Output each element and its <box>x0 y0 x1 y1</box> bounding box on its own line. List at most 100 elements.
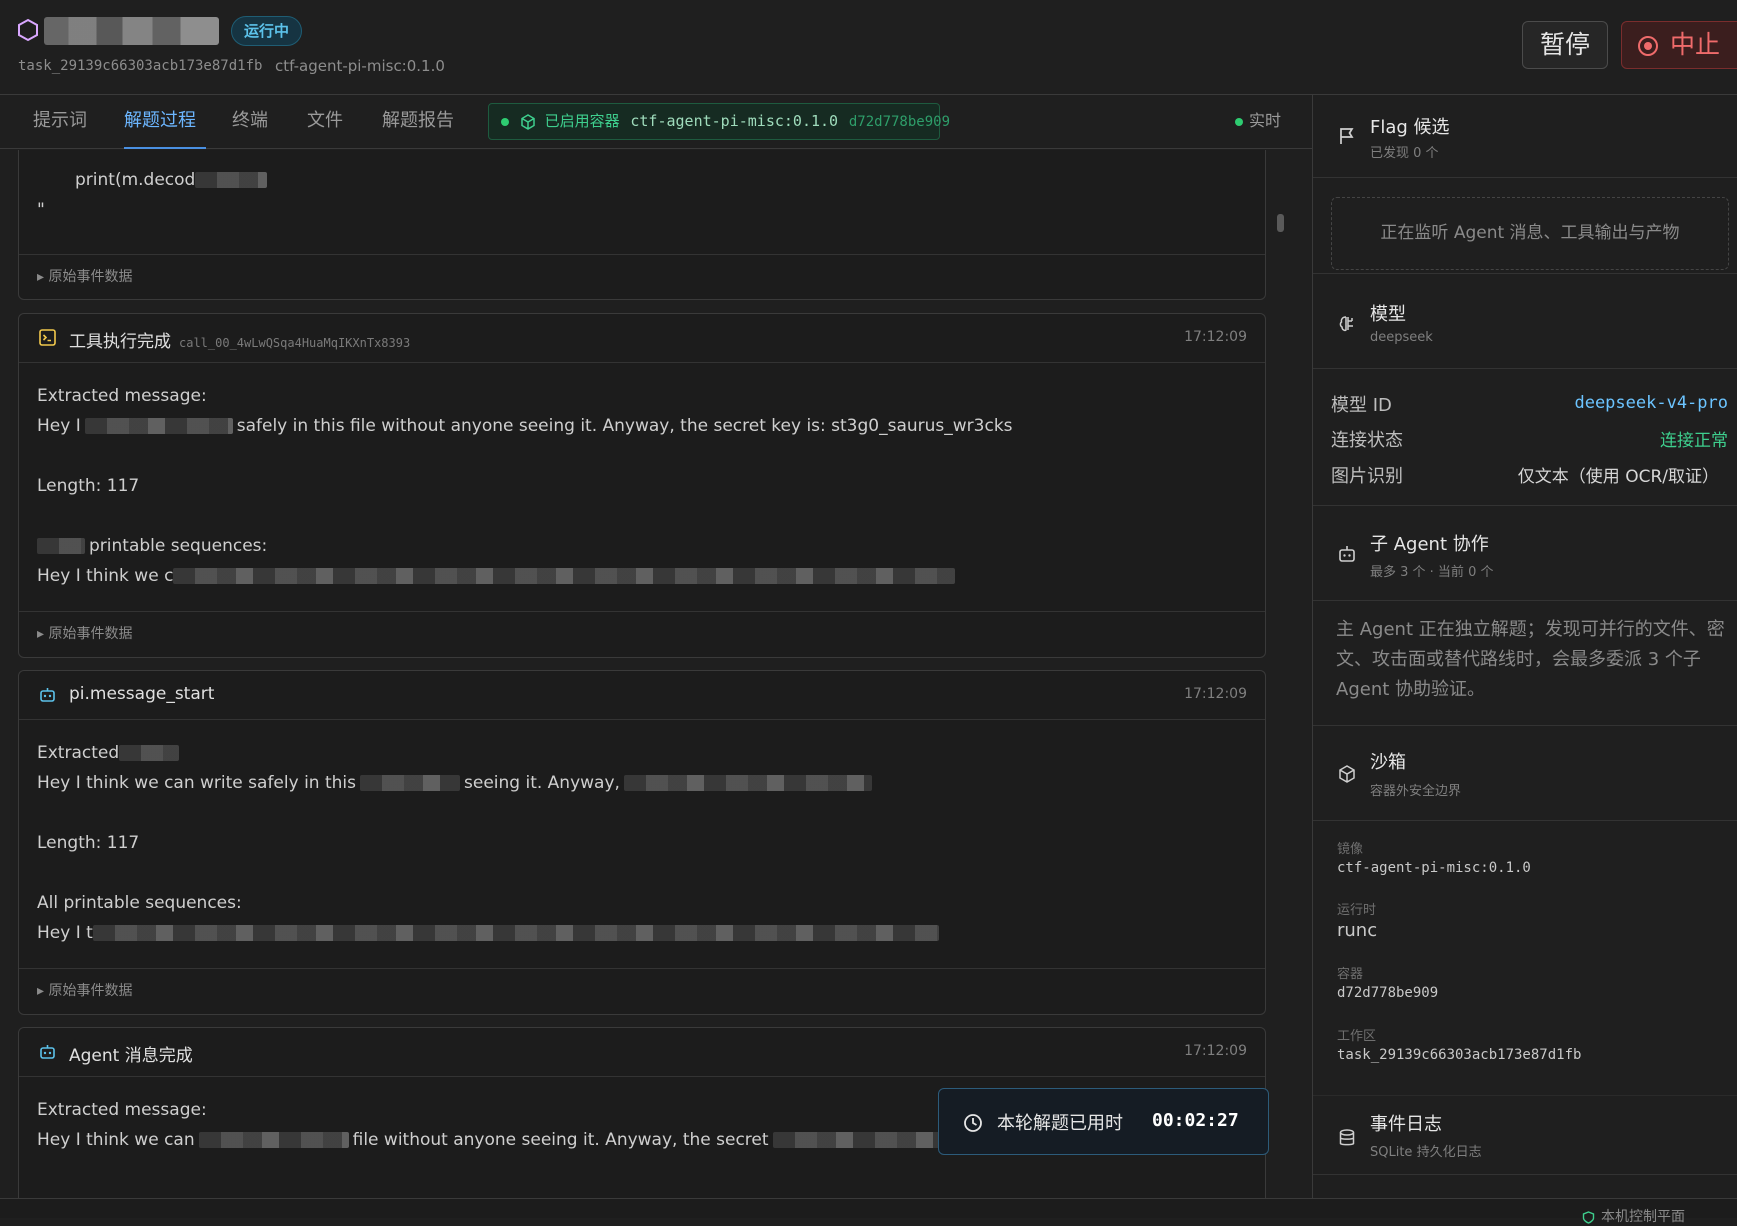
output-line: Length: 117 <box>37 476 140 496</box>
status-badge: 运行中 <box>231 16 303 46</box>
flag-title: Flag 候选 <box>1370 117 1450 138</box>
tab-terminal[interactable]: 终端 <box>232 95 268 149</box>
card-title: Agent 消息完成 <box>69 1046 193 1066</box>
connection-label: 连接状态 <box>1331 430 1403 451</box>
events-title: 事件日志 <box>1370 1114 1442 1135</box>
live-dot <box>1235 117 1243 126</box>
shield-icon <box>1582 1210 1595 1224</box>
output-line: Extracted <box>37 738 1247 768</box>
redacted-text <box>173 568 956 584</box>
event-card: print(m.decod " ▸ 原始事件数据 <box>18 150 1266 300</box>
sandbox-image-value: ctf-agent-pi-misc:0.1.0 <box>1337 860 1531 876</box>
brain-icon <box>1339 316 1353 332</box>
subagent-description: 主 Agent 正在独立解题；发现可并行的文件、密文、攻击面或替代路线时，会最多… <box>1336 619 1725 700</box>
hexagon-icon <box>18 18 38 42</box>
flag-empty-state: 正在监听 Agent 消息、工具输出与产物 <box>1331 197 1729 270</box>
flag-icon <box>1340 128 1354 144</box>
sandbox-runtime-label: 运行时 <box>1337 903 1377 918</box>
tab-prompt[interactable]: 提示词 <box>33 95 87 149</box>
redacted-text <box>195 172 268 188</box>
robot-icon <box>40 688 55 702</box>
sandbox-section-header: 沙箱 容器外安全边界 <box>1313 725 1737 821</box>
call-id: call_00_4wLwQSqa4HuaMqIKXnTx8393 <box>179 336 411 350</box>
container-chip-label: 已启用容器 <box>544 112 620 130</box>
timer-value: 00:02:27 <box>1152 1110 1239 1131</box>
events-subtitle: SQLite 持久化日志 <box>1370 1145 1482 1160</box>
subagent-section-header: 子 Agent 协作 最多 3 个 · 当前 0 个 <box>1313 505 1737 601</box>
model-id-label: 模型 ID <box>1331 395 1392 416</box>
live-label: 实时 <box>1249 111 1282 130</box>
model-provider: deepseek <box>1370 330 1433 345</box>
raw-event-toggle[interactable]: ▸ 原始事件数据 <box>19 968 1265 1014</box>
status-dot <box>501 117 509 126</box>
card-title: 工具执行完成 <box>69 332 171 352</box>
sandbox-workspace-value: task_29139c66303acb173e87d1fb <box>1337 1047 1582 1063</box>
event-card: pi.message_start 17:12:09 Extracted Hey … <box>18 670 1266 1015</box>
code-line: " <box>37 200 45 220</box>
task-name-redacted <box>44 17 219 45</box>
image-recognition-label: 图片识别 <box>1331 466 1403 487</box>
live-indicator: 实时 <box>1235 95 1281 147</box>
tab-bar: 提示词 解题过程 终端 文件 解题报告 已启用容器 ctf-agent-pi-m… <box>0 95 1312 149</box>
event-card: 工具执行完成 call_00_4wLwQSqa4HuaMqIKXnTx8393 1… <box>18 313 1266 658</box>
container-chip: 已启用容器 ctf-agent-pi-misc:0.1.0 d72d778be9… <box>488 103 950 140</box>
stop-label: 中止 <box>1670 30 1721 59</box>
flag-count: 已发现 0 个 <box>1370 146 1439 161</box>
stop-icon <box>1638 36 1658 56</box>
box-icon <box>521 113 535 130</box>
container-chip-id: d72d778be909 <box>848 114 951 130</box>
database-icon <box>1339 1129 1355 1146</box>
tab-report[interactable]: 解题报告 <box>382 95 454 149</box>
image-name: ctf-agent-pi-misc:0.1.0 <box>275 57 445 75</box>
subagent-title: 子 Agent 协作 <box>1370 534 1489 555</box>
control-plane-label: 本机控制平面 <box>1601 1209 1685 1225</box>
code-line: print(m.decod <box>37 165 1247 195</box>
card-body: Extracted Hey I think we can write safel… <box>19 720 1265 968</box>
redacted-text <box>92 925 939 941</box>
container-chip-image: ctf-agent-pi-misc:0.1.0 <box>630 112 839 130</box>
sandbox-workspace-label: 工作区 <box>1337 1029 1377 1044</box>
output-line: Extracted message: <box>37 386 207 406</box>
clock-icon <box>964 1114 982 1132</box>
elapsed-timer: 本轮解题已用时 00:02:27 <box>938 1088 1269 1155</box>
output-line: printable sequences: <box>37 531 1247 561</box>
card-header: Agent 消息完成 17:12:09 <box>19 1028 1265 1077</box>
raw-event-toggle[interactable]: ▸ 原始事件数据 <box>19 611 1265 657</box>
sandbox-runtime-value: runc <box>1337 920 1378 941</box>
card-time: 17:12:09 <box>1184 329 1247 345</box>
timer-label: 本轮解题已用时 <box>997 1113 1123 1134</box>
stop-button[interactable]: 中止 <box>1621 21 1737 69</box>
flag-section-header: Flag 候选 已发现 0 个 <box>1313 95 1737 178</box>
card-header: pi.message_start 17:12:09 <box>19 671 1265 720</box>
model-title: 模型 <box>1370 304 1406 325</box>
robot-icon <box>1339 546 1355 562</box>
output-line: Hey Isafely in this file without anyone … <box>37 416 1013 436</box>
event-stream[interactable]: print(m.decod " ▸ 原始事件数据 工具执行完成 call_00_4… <box>0 150 1312 1198</box>
tab-solving-process[interactable]: 解题过程 <box>124 95 206 149</box>
cube-icon <box>1339 765 1355 783</box>
sandbox-container-label: 容器 <box>1337 967 1364 982</box>
terminal-icon <box>39 329 56 346</box>
status-bar <box>0 1198 1737 1218</box>
output-line: Hey I think we c <box>37 561 1247 591</box>
raw-event-toggle[interactable]: ▸ 原始事件数据 <box>19 254 1265 300</box>
sandbox-image-label: 镜像 <box>1337 842 1364 857</box>
robot-icon <box>40 1045 55 1059</box>
right-sidebar: Flag 候选 已发现 0 个 正在监听 Agent 消息、工具输出与产物 模型… <box>1312 95 1737 1198</box>
model-id-value: deepseek-v4-pro <box>1574 393 1728 413</box>
scrollbar-thumb[interactable] <box>1277 214 1284 232</box>
pause-button[interactable]: 暂停 <box>1522 21 1608 69</box>
control-plane-status: 本机控制平面 <box>1582 1206 1685 1226</box>
card-title: pi.message_start <box>69 684 215 704</box>
card-body: Extracted message: Hey Isafely in this f… <box>19 363 1265 611</box>
card-time: 17:12:09 <box>1184 1043 1247 1059</box>
events-section-header: 事件日志 SQLite 持久化日志 <box>1313 1095 1737 1175</box>
sandbox-container-value: d72d778be909 <box>1337 985 1439 1001</box>
header: 运行中 task_29139c66303acb173e87d1fb ctf-ag… <box>0 0 1737 95</box>
connection-value: 连接正常 <box>1660 431 1728 451</box>
sandbox-title: 沙箱 <box>1370 752 1406 773</box>
model-section-header: 模型 deepseek <box>1313 273 1737 369</box>
card-time: 17:12:09 <box>1184 686 1247 702</box>
output-line: Hey I think we can write safely in this s… <box>37 768 1247 798</box>
tab-files[interactable]: 文件 <box>307 95 343 149</box>
